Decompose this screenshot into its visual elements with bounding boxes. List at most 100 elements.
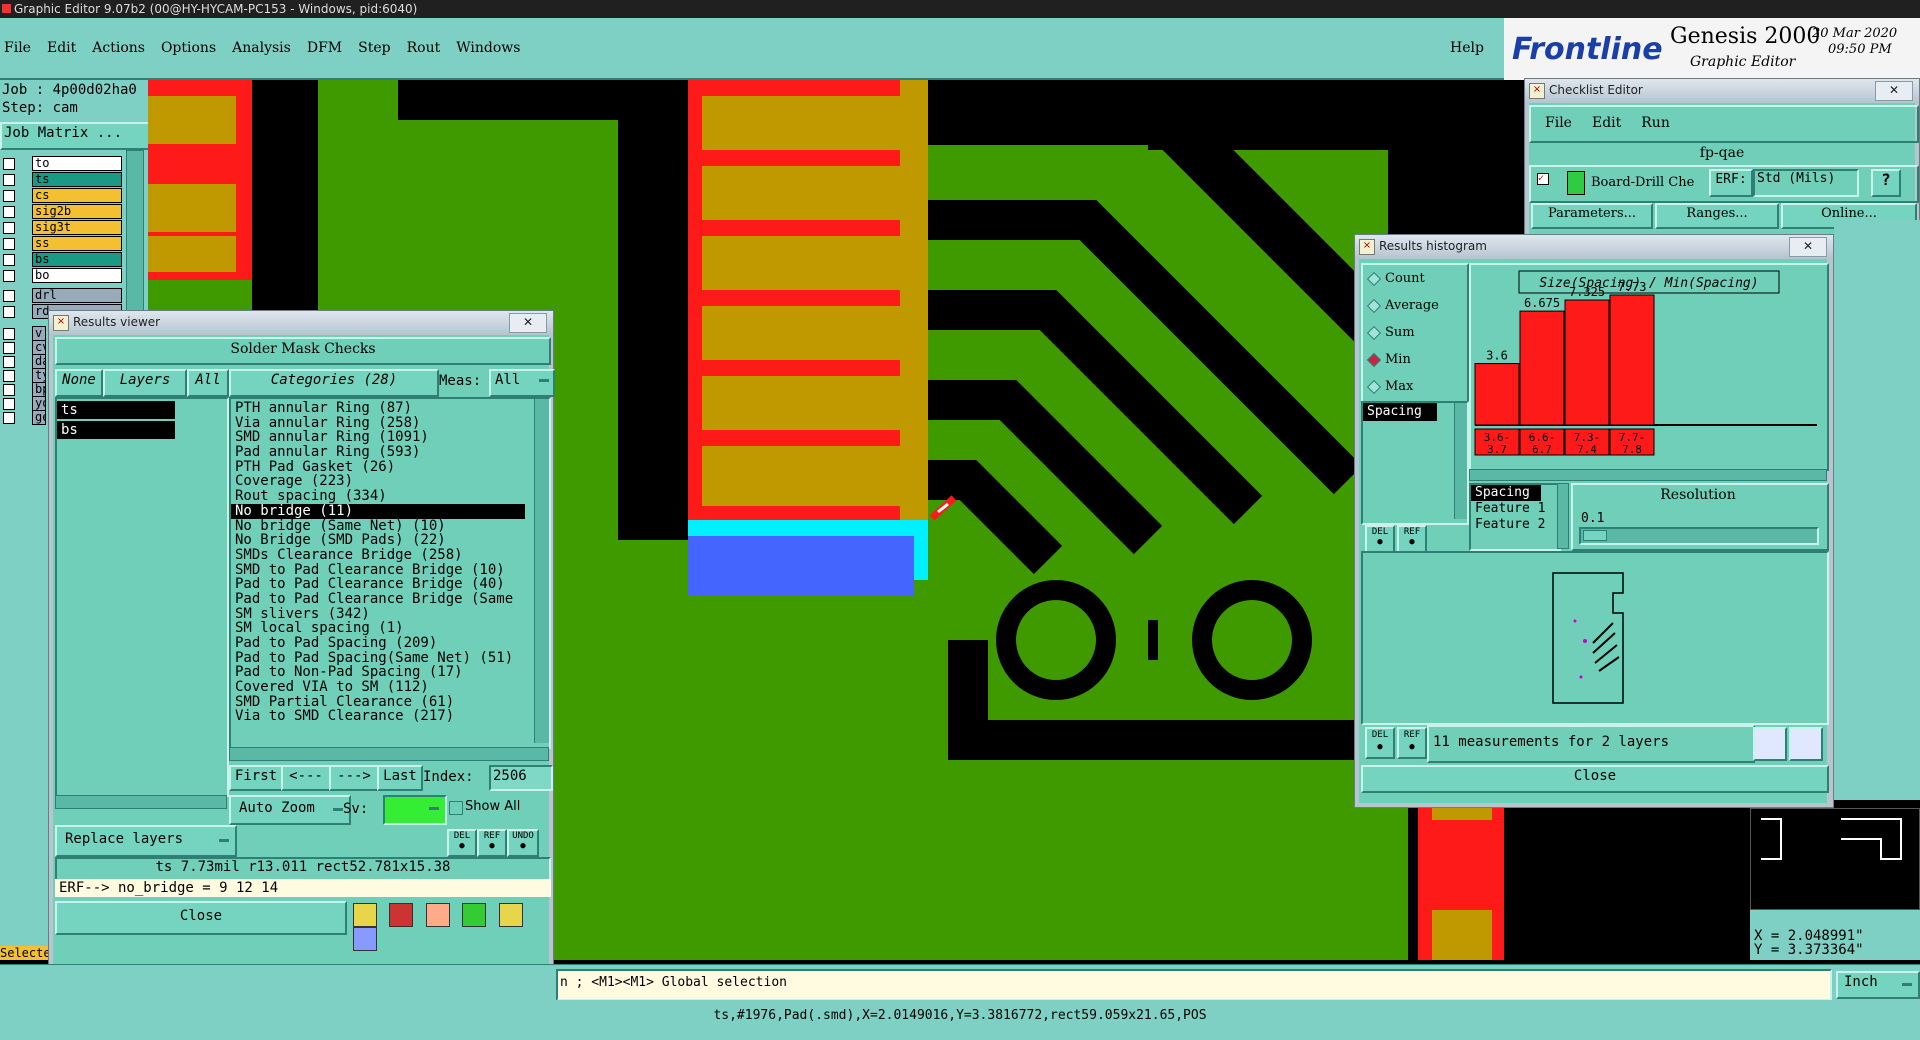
layer-name[interactable]: ss [32,236,122,251]
categories-button[interactable]: Categories (28) [229,369,439,397]
hist-select-icon[interactable] [1753,727,1787,761]
menu-edit[interactable]: Edit [47,40,76,56]
field-list[interactable]: Spacing Feature 1 Feature 2 [1469,483,1561,551]
all-button[interactable]: All [187,369,229,397]
layer-row[interactable]: bo [0,268,122,283]
histogram-close-button[interactable]: Close [1361,765,1829,793]
layer-checkbox[interactable] [3,384,15,396]
menu-actions[interactable]: Actions [92,40,145,56]
histogram-bar[interactable] [1564,299,1610,426]
layer-row[interactable]: ss [0,236,122,251]
category-item[interactable]: SM local spacing (1) [231,621,525,636]
layer-row[interactable]: to [0,156,122,171]
hist-ref2-icon[interactable]: REF ● [1397,727,1427,759]
index-field[interactable]: 2506 [489,765,553,791]
sv-color-dropdown[interactable] [383,795,447,825]
layer-name[interactable]: sig3t [32,220,122,235]
layer-name[interactable]: yo [32,396,46,411]
layer-row[interactable]: sig2b [0,204,122,219]
next-button[interactable]: ---> [329,765,379,791]
layer-checkbox[interactable] [3,370,15,382]
category-item[interactable]: No bridge (Same Net) (10) [231,519,525,534]
hist-del2-icon[interactable]: DEL ● [1365,727,1395,759]
category-item[interactable]: SMD Partial Clearance (61) [231,695,525,710]
last-button[interactable]: Last [377,765,423,791]
erf-field[interactable]: Std (Mils) [1753,169,1859,197]
layer-name[interactable]: ty [32,368,46,383]
category-item[interactable]: Via to SMD Clearance (217) [231,709,525,724]
category-list-hscroll[interactable] [229,747,549,761]
undo-icon[interactable]: UNDO ● [507,829,539,857]
category-item[interactable]: No bridge (11) [231,503,525,519]
checklist-menu-run[interactable]: Run [1641,115,1670,131]
category-item[interactable]: Covered VIA to SM (112) [231,680,525,695]
category-list-scrollbar[interactable] [534,399,549,743]
menu-step[interactable]: Step [358,40,390,56]
histogram-bar[interactable] [1609,294,1655,426]
category-list[interactable]: PTH annular Ring (87) Via annular Ring (2… [229,397,551,749]
layer-checkbox[interactable] [3,270,15,282]
slider-thumb[interactable] [1583,530,1607,541]
results-close-button[interactable]: Close [55,901,347,935]
field-item[interactable]: Spacing [1471,485,1541,501]
checklist-menu-file[interactable]: File [1545,115,1572,131]
help-icon[interactable]: ? [1871,169,1901,197]
layer-name[interactable]: bs [32,252,122,267]
prev-button[interactable]: <--- [281,765,331,791]
layer-name[interactable]: to [32,156,122,171]
layer-row[interactable]: yo [0,396,46,411]
category-item[interactable]: Pad to Non-Pad Spacing (17) [231,665,525,680]
category-item[interactable]: Via annular Ring (258) [231,416,525,431]
aggregate-option-max[interactable]: Max [1363,373,1467,400]
measure-item[interactable]: Spacing [1363,403,1437,421]
layer-name[interactable]: sig2b [32,204,122,219]
layer-row[interactable]: bp [0,382,46,397]
auto-zoom-dropdown[interactable]: Auto Zoom [229,795,351,825]
cancel-icon[interactable] [425,903,450,927]
layer-row[interactable]: cv [0,340,46,355]
category-item[interactable]: SM slivers (342) [231,607,525,622]
layer-name[interactable]: v [32,326,46,341]
result-layer-item[interactable]: bs [57,421,175,439]
mini-map[interactable] [1750,808,1920,910]
category-item[interactable]: PTH annular Ring (87) [231,401,525,416]
category-item[interactable]: Rout spacing (334) [231,489,525,504]
category-item[interactable]: Pad to Pad Clearance Bridge (40) [231,577,525,592]
hist-unselect-icon[interactable] [1789,727,1823,761]
layer-checkbox[interactable] [3,412,15,424]
category-item[interactable]: Coverage (223) [231,474,525,489]
field-item[interactable]: Feature 1 [1471,501,1559,517]
layer-row[interactable]: ty [0,368,46,383]
erf-button[interactable]: ERF: [1709,169,1753,197]
menu-options[interactable]: Options [161,40,216,56]
units-dropdown[interactable]: Inch [1836,971,1920,999]
layer-checkbox[interactable] [3,222,15,234]
layer-checkbox[interactable] [3,238,15,250]
checklist-menu-edit[interactable]: Edit [1592,115,1621,131]
layer-name[interactable]: bp [32,382,46,397]
layer-checkbox[interactable] [3,398,15,410]
del-icon[interactable]: DEL ● [447,829,477,857]
layer-name[interactable]: drl [32,288,122,303]
category-item[interactable]: Pad to Pad Spacing(Same Net) (51) [231,651,525,666]
layer-row[interactable]: ge [0,410,46,425]
ref-icon[interactable]: REF ● [477,829,507,857]
field-scrollbar[interactable] [1557,483,1569,549]
menu-rout[interactable]: Rout [407,40,441,56]
layer-name[interactable]: ts [32,172,122,187]
layer-checkbox[interactable] [3,356,15,368]
none-button[interactable]: None [55,369,103,397]
layer-checkbox[interactable] [3,206,15,218]
layer-list[interactable]: ts bs [55,397,229,797]
resolution-slider[interactable] [1579,527,1819,545]
histogram-close-icon[interactable]: ✕ [1789,237,1827,257]
field-item[interactable]: Feature 2 [1471,517,1559,533]
layer-name[interactable]: bo [32,268,122,283]
histogram-icon[interactable] [353,927,377,951]
layer-row[interactable]: ts [0,172,122,187]
layer-checkbox[interactable] [3,190,15,202]
category-item[interactable]: SMDs Clearance Bridge (258) [231,548,525,563]
first-button[interactable]: First [229,765,283,791]
menu-analysis[interactable]: Analysis [232,40,291,56]
menu-file[interactable]: File [4,40,31,56]
